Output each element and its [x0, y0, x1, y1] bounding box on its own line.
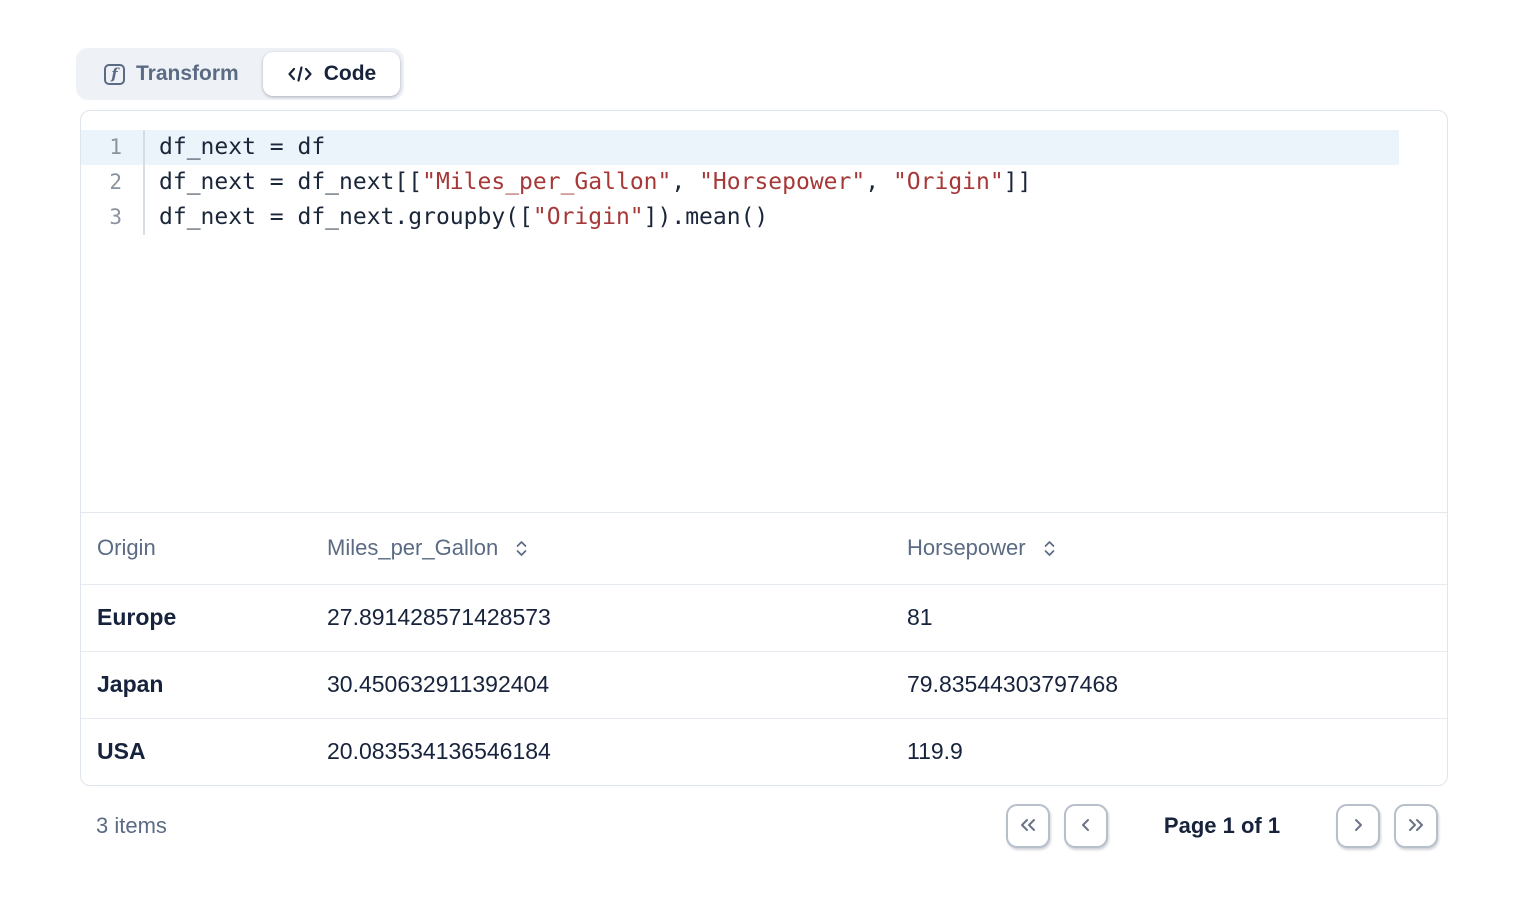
function-icon: f [104, 64, 125, 85]
first-page-button[interactable] [1006, 804, 1050, 848]
chevron-right-icon [1349, 816, 1367, 837]
code-line: 2df_next = df_next[["Miles_per_Gallon", … [81, 165, 1447, 200]
table-footer: 3 items Page 1 of 1 [80, 804, 1448, 848]
table-row: Europe27.89142857142857381 [81, 584, 1447, 651]
table-row: USA20.083534136546184119.9 [81, 718, 1447, 785]
tab-transform-label: Transform [136, 62, 239, 86]
column-header-miles_per_gallon[interactable]: Miles_per_Gallon [311, 513, 891, 584]
table-body: Europe27.89142857142857381Japan30.450632… [81, 584, 1447, 785]
code-text: df_next = df [145, 130, 325, 165]
double-chevron-right-icon [1405, 816, 1427, 837]
last-page-button[interactable] [1394, 804, 1438, 848]
cell-origin: USA [81, 718, 311, 785]
prev-page-button[interactable] [1064, 804, 1108, 848]
code-text: df_next = df_next.groupby(["Origin"]).me… [145, 200, 768, 235]
cell-origin: Japan [81, 651, 311, 718]
sort-icon [513, 539, 530, 558]
table-header-row: Origin Miles_per_Gallon Horsepower [81, 513, 1447, 584]
column-header-horsepower[interactable]: Horsepower [891, 513, 1447, 584]
tab-transform[interactable]: f Transform [80, 52, 263, 96]
pagination: Page 1 of 1 [1006, 804, 1448, 848]
items-count: 3 items [80, 813, 167, 839]
tab-code-label: Code [324, 62, 377, 86]
code-line: 3df_next = df_next.groupby(["Origin"]).m… [81, 200, 1447, 235]
main-panel: 1df_next = df2df_next = df_next[["Miles_… [80, 110, 1448, 786]
code-line: 1df_next = df [81, 130, 1399, 165]
page-indicator: Page 1 of 1 [1108, 813, 1336, 839]
double-chevron-left-icon [1017, 816, 1039, 837]
code-icon [287, 64, 313, 84]
result-table: Origin Miles_per_Gallon Horsepower Europe2… [81, 513, 1447, 785]
chevron-left-icon [1077, 816, 1095, 837]
column-label: Miles_per_Gallon [327, 535, 498, 561]
cell-miles-per-gallon: 27.891428571428573 [311, 584, 891, 651]
line-number: 3 [81, 200, 145, 235]
column-label: Horsepower [907, 535, 1026, 561]
view-tabs: f Transform Code [76, 48, 404, 100]
cell-horsepower: 81 [891, 584, 1447, 651]
tab-code[interactable]: Code [263, 52, 401, 96]
table-row: Japan30.45063291139240479.83544303797468 [81, 651, 1447, 718]
line-number: 2 [81, 165, 145, 200]
cell-horsepower: 79.83544303797468 [891, 651, 1447, 718]
cell-miles-per-gallon: 20.083534136546184 [311, 718, 891, 785]
cell-horsepower: 119.9 [891, 718, 1447, 785]
cell-origin: Europe [81, 584, 311, 651]
column-header-origin: Origin [81, 513, 311, 584]
sort-icon [1041, 539, 1058, 558]
cell-miles-per-gallon: 30.450632911392404 [311, 651, 891, 718]
next-page-button[interactable] [1336, 804, 1380, 848]
line-number: 1 [81, 130, 145, 165]
column-label: Origin [97, 535, 156, 561]
code-editor[interactable]: 1df_next = df2df_next = df_next[["Miles_… [81, 111, 1447, 513]
code-text: df_next = df_next[["Miles_per_Gallon", "… [145, 165, 1031, 200]
